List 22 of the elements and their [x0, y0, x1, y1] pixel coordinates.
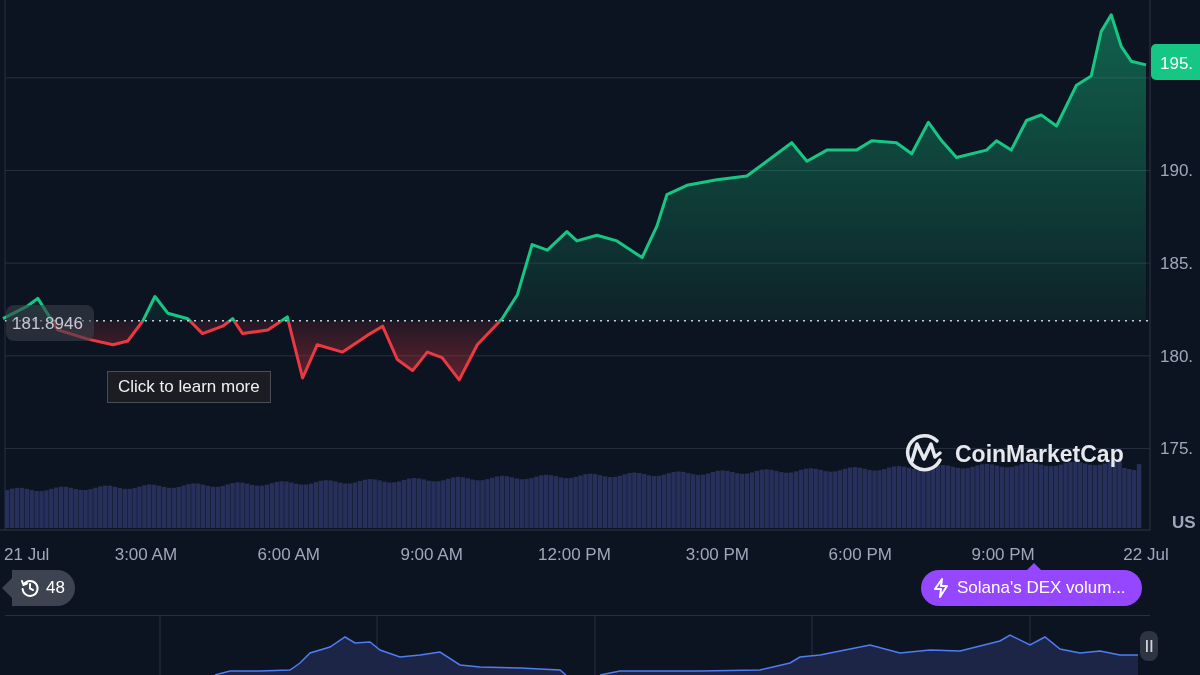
last-price-tag: 195.: [1151, 44, 1200, 80]
tooltip: Click to learn more: [107, 371, 271, 403]
x-axis-label: 6:00 AM: [257, 545, 320, 564]
x-axis-label: 3:00 AM: [114, 545, 178, 564]
y-axis-label: 175.: [1160, 439, 1194, 459]
navigator-handle[interactable]: [1140, 631, 1158, 661]
history-icon: [20, 578, 40, 598]
x-axis-label: 6:00 PM: [828, 545, 892, 564]
x-axis-label: 12:00 PM: [538, 545, 611, 564]
x-axis-label: 22 Jul: [1123, 545, 1169, 564]
logo-icon: [905, 433, 942, 472]
y-axis-label: 185.: [1160, 254, 1194, 274]
x-axis-label: 9:00 PM: [971, 545, 1035, 564]
y-axis-label: 190.: [1160, 161, 1194, 181]
baseline-price-tag: 181.8946: [6, 305, 94, 341]
x-axis-label: 21 Jul: [4, 545, 50, 564]
x-axis-label: 3:00 PM: [685, 545, 750, 564]
x-axis-label: 9:00 AM: [400, 545, 463, 564]
currency-label: US: [1172, 513, 1196, 532]
lightning-icon: [933, 578, 949, 598]
y-axis-label: 180.: [1160, 346, 1194, 366]
watermark-logo-text: CoinMarketCap: [955, 441, 1124, 467]
